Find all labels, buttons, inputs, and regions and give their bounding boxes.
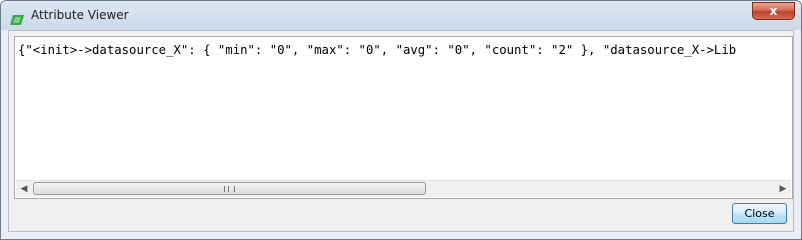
scrollbar-thumb[interactable] [33, 182, 426, 195]
app-icon [10, 10, 24, 25]
close-button[interactable]: Close [732, 203, 787, 224]
window-close-icon[interactable]: x [752, 2, 795, 20]
attribute-viewer-window: Attribute Viewer x {"<init>->datasource_… [0, 0, 802, 240]
scroll-left-icon[interactable]: ◀ [16, 181, 32, 197]
scroll-right-icon[interactable]: ▶ [775, 181, 791, 197]
horizontal-scrollbar[interactable]: ◀ ▶ [16, 180, 791, 197]
window-title: Attribute Viewer [31, 8, 129, 22]
attribute-text: {"<init>->datasource_X": { "min": "0", "… [18, 43, 737, 57]
attribute-text-area[interactable]: {"<init>->datasource_X": { "min": "0", "… [14, 36, 793, 199]
grip-icon [224, 186, 235, 192]
title-bar[interactable]: Attribute Viewer x [1, 1, 801, 30]
client-area: {"<init>->datasource_X": { "min": "0", "… [8, 30, 794, 232]
